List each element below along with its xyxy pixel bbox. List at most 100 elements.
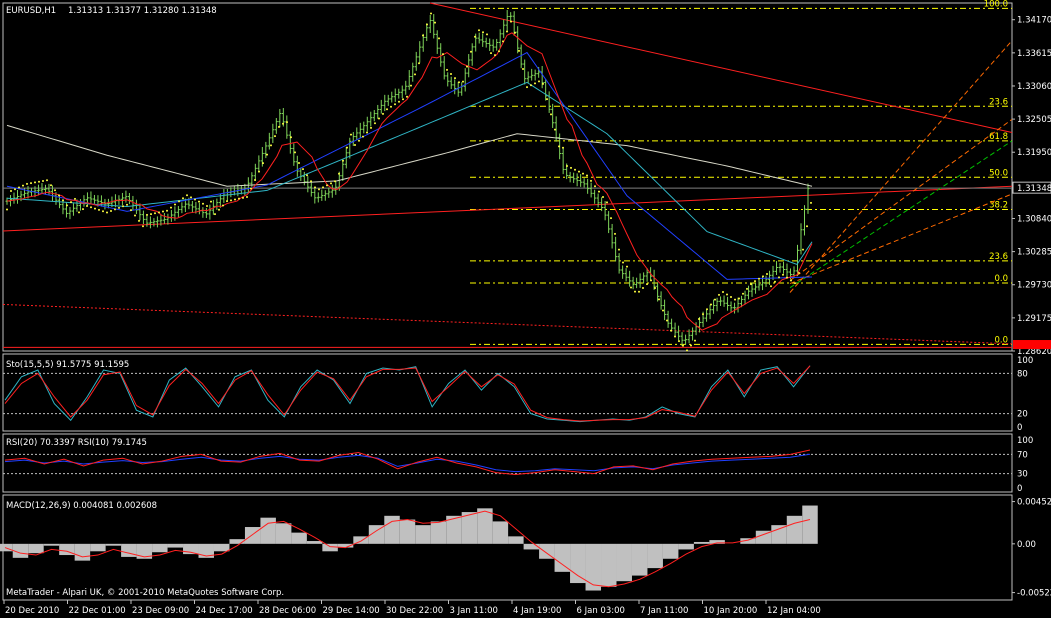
- sar-dot: [254, 179, 256, 182]
- sar-dot: [398, 100, 400, 103]
- sar-dot: [598, 190, 600, 193]
- sar-dot: [46, 179, 48, 182]
- sar-dot: [294, 151, 296, 154]
- sar-dot: [126, 203, 128, 206]
- ma-cyan-line: [6, 81, 813, 266]
- sar-dot: [318, 188, 320, 191]
- sar-dot: [418, 62, 420, 65]
- sar-dot: [782, 273, 784, 276]
- macd-histogram-bar: [570, 543, 586, 584]
- sar-dot: [138, 219, 140, 222]
- sar-dot: [402, 98, 404, 101]
- trendline-resistance: [429, 2, 1013, 134]
- sar-dot: [570, 166, 572, 169]
- sar-dot: [286, 121, 288, 124]
- time-axis-label: 30 Dec 22:00: [386, 606, 443, 616]
- sar-dot: [306, 174, 308, 177]
- sar-dot: [378, 117, 380, 120]
- sar-dot: [422, 34, 424, 37]
- sar-dot: [6, 208, 8, 211]
- macd-histogram-bar: [771, 525, 787, 544]
- sar-dot: [158, 211, 160, 214]
- sar-dot: [38, 180, 40, 183]
- pitchfork-line: [789, 118, 1013, 281]
- macd-histogram-bar: [631, 543, 648, 576]
- sar-dot: [686, 349, 688, 352]
- sar-dot: [734, 298, 736, 301]
- sar-dot: [246, 195, 248, 198]
- sar-dot: [550, 113, 552, 116]
- sar-dot: [674, 335, 676, 338]
- sar-dot: [146, 213, 148, 216]
- oscillator-line: [4, 453, 811, 473]
- sar-dot: [446, 68, 448, 71]
- sar-dot: [242, 196, 244, 199]
- sar-dot: [114, 208, 116, 211]
- sar-dot: [746, 287, 748, 290]
- sar-dot: [670, 329, 672, 332]
- current-price-text: 1.31348: [1017, 184, 1051, 194]
- sar-dot: [466, 65, 468, 68]
- sar-dot: [538, 80, 540, 83]
- sar-dot: [230, 199, 232, 202]
- sar-dot: [710, 303, 712, 306]
- time-axis-label: 28 Dec 06:00: [259, 606, 316, 616]
- sar-dot: [374, 122, 376, 125]
- macd-histogram-bar: [384, 515, 400, 544]
- time-axis-label: 7 Jan 11:00: [640, 606, 688, 616]
- macd-histogram-bar: [678, 543, 694, 550]
- sar-dot: [798, 272, 800, 275]
- macd-histogram-bar: [693, 541, 710, 544]
- price-panel[interactable]: 100.023.661.850.038.223.60.00.0: [2, 0, 1013, 352]
- sar-dot: [566, 164, 568, 167]
- sar-dot: [66, 204, 68, 207]
- macd-histogram-bar: [275, 523, 292, 544]
- macd-histogram-bar: [647, 543, 663, 569]
- sar-dot: [338, 172, 340, 175]
- sar-dot: [606, 201, 608, 204]
- sar-dot: [582, 172, 584, 175]
- sar-dot: [82, 208, 84, 211]
- sar-dot: [802, 248, 804, 251]
- sar-dot: [94, 207, 96, 210]
- sar-dot: [678, 340, 680, 343]
- time-axis-label: 3 Jan 11:00: [450, 606, 498, 616]
- macd-histogram-bar: [28, 543, 44, 554]
- fib-level-label: 50.0: [989, 168, 1008, 178]
- sar-dot: [426, 23, 428, 26]
- macd-axis-label: -0.005221: [1017, 589, 1051, 599]
- sar-dot: [150, 213, 152, 216]
- macd-panel[interactable]: 0.004524 0.00 -0.005221: [0, 498, 1051, 599]
- price-axis-label: 1.33615: [1017, 49, 1051, 59]
- sar-dot: [34, 181, 36, 184]
- macd-axis-label: 0.004524: [1017, 498, 1051, 508]
- ma-white-line: [6, 124, 813, 187]
- macd-histogram-bar: [244, 527, 261, 544]
- rsi-panel[interactable]: 100 70 30 0: [3, 436, 1033, 494]
- time-axis-label: 22 Dec 01:00: [69, 606, 126, 616]
- sar-dot: [282, 122, 284, 125]
- sar-dot: [438, 37, 440, 40]
- sar-dot: [754, 280, 756, 283]
- chart-canvas[interactable]: 100.023.661.850.038.223.60.00.0 10080200…: [0, 0, 1051, 618]
- sar-dot: [22, 184, 24, 187]
- level-label: 20: [1017, 410, 1028, 420]
- sar-dot: [702, 313, 704, 316]
- sar-dot: [202, 202, 204, 205]
- bottom-price-tag: [1013, 340, 1051, 350]
- sar-dot: [650, 279, 652, 282]
- pitchfork-line: [789, 40, 1013, 293]
- sar-dot: [626, 265, 628, 268]
- level-label: 70: [1017, 450, 1028, 460]
- sar-dot: [302, 168, 304, 171]
- sar-dot: [170, 206, 172, 209]
- sar-dot: [534, 82, 536, 85]
- sar-dot: [310, 180, 312, 183]
- sar-dot: [414, 73, 416, 76]
- sar-dot: [762, 275, 764, 278]
- sar-dot: [178, 200, 180, 203]
- macd-histogram-bar: [213, 543, 230, 552]
- stochastic-panel[interactable]: 100 80 20 0: [3, 356, 1033, 433]
- level-label: 0: [1017, 423, 1022, 433]
- sar-dot: [522, 68, 524, 71]
